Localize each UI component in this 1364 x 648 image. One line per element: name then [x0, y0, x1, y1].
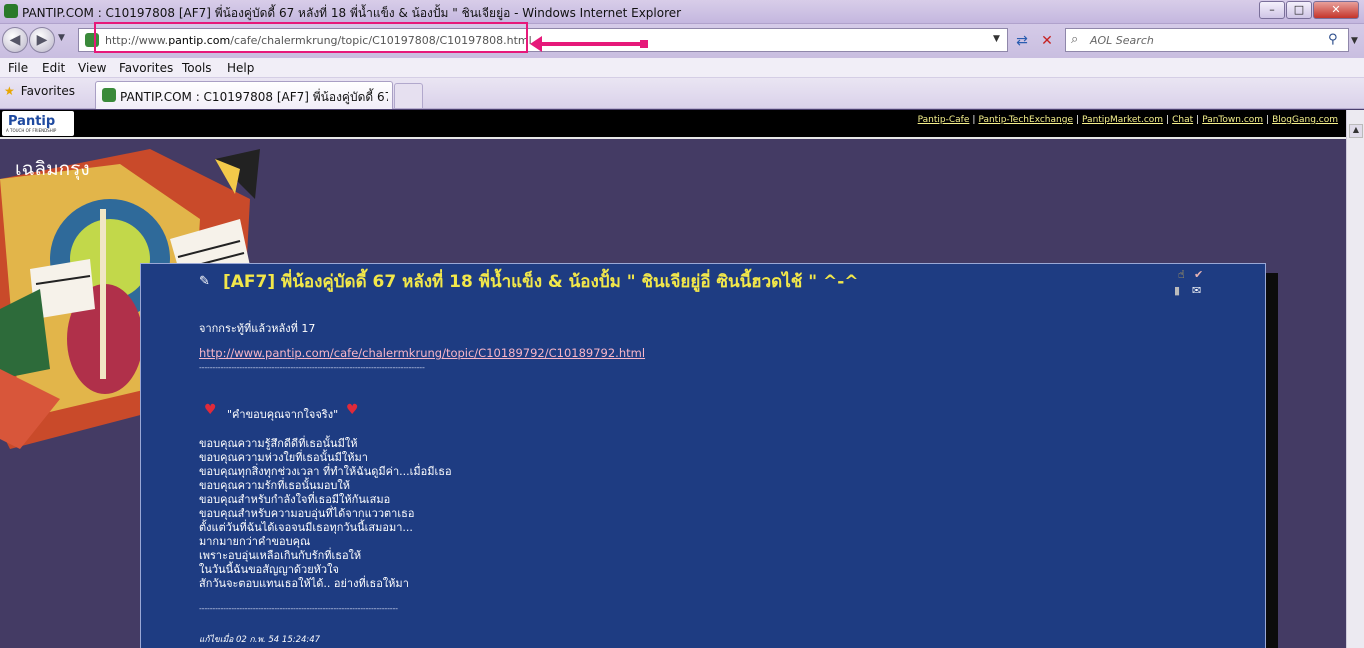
window-title: PANTIP.COM : C10197808 [AF7] พี่น้องคู่บ… — [22, 6, 682, 20]
search-box[interactable]: ⌕ AOL Search ⚲ — [1065, 28, 1349, 52]
refresh-button[interactable]: ⇄ — [1011, 30, 1033, 52]
previous-topic-link[interactable]: http://www.pantip.com/cafe/chalermkrung/… — [199, 346, 645, 360]
menu-edit[interactable]: Edit — [42, 61, 65, 75]
menu-tools[interactable]: Tools — [182, 61, 212, 75]
pantip-header: Pantip A TOUCH OF FRIENDSHIP Pantip-Cafe… — [0, 110, 1346, 137]
refresh-icon: ⇄ — [1016, 33, 1028, 49]
annotation-arrow — [530, 36, 648, 52]
maximize-button[interactable]: □ — [1286, 1, 1312, 19]
trash-icon[interactable]: ▮ — [1174, 284, 1180, 297]
stop-button[interactable]: ✕ — [1036, 30, 1058, 52]
heart-icon-right: ♥ — [346, 402, 359, 418]
check-mark-icon[interactable]: ✔ — [1194, 268, 1203, 281]
web-page: Pantip A TOUCH OF FRIENDSHIP Pantip-Cafe… — [0, 110, 1346, 648]
recent-pages-dropdown[interactable]: ▼ — [58, 33, 65, 43]
back-arrow-icon: ◀ — [9, 32, 21, 48]
stop-icon: ✕ — [1041, 33, 1053, 49]
tab-bar: ★ Favorites PANTIP.COM : C10197808 [AF7] … — [0, 78, 1364, 109]
favorites-button[interactable]: ★ Favorites — [4, 84, 75, 98]
star-icon: ★ — [4, 84, 15, 98]
post-card: ✎ [AF7] พี่น้องคู่บัดดี้ 67 หลังที่ 18 พ… — [140, 263, 1266, 648]
topic-pin-icon: ✎ — [199, 274, 210, 289]
window-titlebar: PANTIP.COM : C10197808 [AF7] พี่น้องคู่บ… — [0, 0, 1364, 24]
close-button[interactable]: ✕ — [1313, 1, 1359, 19]
mail-icon[interactable]: ✉ — [1192, 284, 1201, 297]
back-button[interactable]: ◀ — [2, 27, 28, 53]
post-intro: จากกระทู้ที่แล้วหลังที่ 17 — [199, 322, 316, 335]
new-tab-button[interactable] — [394, 83, 423, 108]
menu-view[interactable]: View — [78, 61, 106, 75]
link-pantip-cafe[interactable]: Pantip-Cafe — [918, 115, 970, 125]
heart-icon: ♥ — [204, 402, 217, 418]
post-title: [AF7] พี่น้องคู่บัดดี้ 67 หลังที่ 18 พี่… — [223, 272, 859, 292]
room-name[interactable]: เฉลิมกรุง — [15, 154, 90, 184]
address-highlight-box — [94, 22, 528, 53]
tab-favicon-icon — [102, 88, 116, 102]
pantip-favicon-icon — [4, 4, 18, 18]
search-go-icon[interactable]: ⚲ — [1328, 32, 1338, 47]
poem-line: สักวันจะตอบแทนเธอให้ได้.. อย่างที่เธอให้… — [199, 577, 409, 590]
menu-bar: File Edit View Favorites Tools Help — [0, 58, 1364, 78]
search-placeholder: AOL Search — [1090, 34, 1154, 47]
link-pantown[interactable]: PanTown.com — [1202, 115, 1263, 125]
search-provider-icon: ⌕ — [1071, 32, 1079, 47]
link-pantipmarket[interactable]: PantipMarket.com — [1082, 115, 1163, 125]
divider-line-2: ----------------------------------------… — [199, 604, 398, 613]
divider-line-1: ----------------------------------------… — [199, 363, 425, 372]
pantip-logo-tagline: A TOUCH OF FRIENDSHIP — [6, 128, 57, 133]
site-links: Pantip-Cafe | Pantip-TechExchange | PantipMa… — [917, 115, 1338, 125]
forward-arrow-icon: ▶ — [36, 32, 48, 48]
link-pantip-techexchange[interactable]: Pantip-TechExchange — [978, 115, 1073, 125]
menu-favorites[interactable]: Favorites — [119, 61, 173, 75]
post-shadow — [1266, 273, 1278, 648]
tab-active[interactable]: PANTIP.COM : C10197808 [AF7] พี่น้องคู่บ… — [95, 81, 393, 109]
scroll-up-arrow-icon[interactable]: ▲ — [1349, 124, 1363, 138]
menu-help[interactable]: Help — [227, 61, 254, 75]
link-chat[interactable]: Chat — [1172, 115, 1193, 125]
search-options-dropdown[interactable]: ▼ — [1351, 36, 1358, 46]
poem-heading: "คำขอบคุณจากใจจริง" — [227, 408, 339, 421]
minimize-button[interactable]: – — [1259, 1, 1285, 19]
edited-timestamp: แก้ไขเมื่อ 02 ก.พ. 54 15:24:47 — [199, 635, 321, 645]
vertical-scrollbar[interactable]: ▲ — [1346, 110, 1364, 648]
forward-button[interactable]: ▶ — [29, 27, 55, 53]
tab-label: PANTIP.COM : C10197808 [AF7] พี่น้องคู่บ… — [120, 90, 388, 104]
pantip-logo-text: Pantip — [8, 114, 56, 129]
post-tools: ☝ ✔ ▮ ✉ — [1172, 268, 1212, 300]
address-dropdown-icon[interactable]: ▼ — [993, 34, 1000, 44]
pantip-logo[interactable]: Pantip A TOUCH OF FRIENDSHIP — [2, 111, 74, 136]
thumbs-up-icon[interactable]: ☝ — [1178, 268, 1185, 281]
menu-file[interactable]: File — [8, 61, 28, 75]
link-bloggang[interactable]: BlogGang.com — [1272, 115, 1338, 125]
favorites-label: Favorites — [20, 84, 75, 98]
